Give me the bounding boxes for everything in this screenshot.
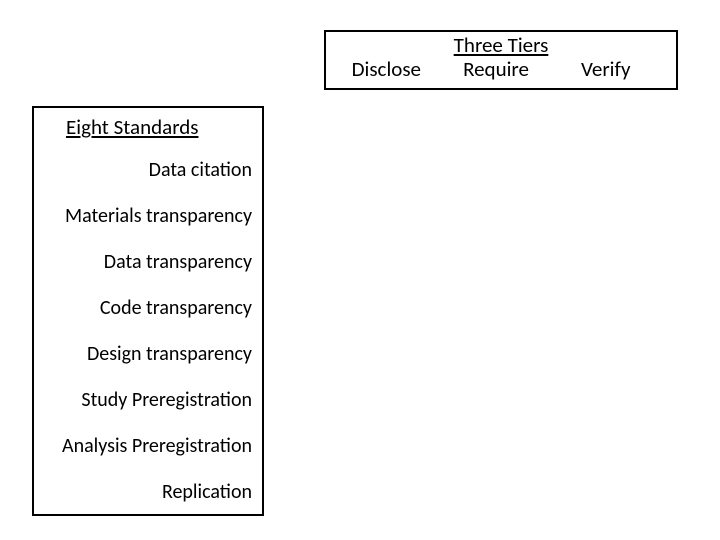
list-item: Design transparency xyxy=(44,342,252,366)
tier-column-disclose: Disclose xyxy=(331,57,421,82)
list-item: Code transparency xyxy=(44,296,252,320)
list-item: Data citation xyxy=(44,158,252,182)
tiers-box: Three Tiers Disclose Require Verify xyxy=(324,30,678,90)
list-item: Study Preregistration xyxy=(44,388,252,412)
tier-column-require: Require xyxy=(451,57,541,82)
tiers-title: Three Tiers xyxy=(326,32,676,57)
list-item: Analysis Preregistration xyxy=(44,434,252,458)
list-item: Data transparency xyxy=(44,250,252,274)
list-item: Replication xyxy=(44,480,252,504)
list-item: Materials transparency xyxy=(44,204,252,228)
tiers-columns: Disclose Require Verify xyxy=(326,57,676,82)
standards-list: Data citation Materials transparency Dat… xyxy=(44,158,252,504)
standards-title: Eight Standards xyxy=(44,114,252,140)
standards-box: Eight Standards Data citation Materials … xyxy=(32,106,264,516)
slide-canvas: Three Tiers Disclose Require Verify Eigh… xyxy=(0,0,720,540)
tier-column-verify: Verify xyxy=(571,57,671,82)
